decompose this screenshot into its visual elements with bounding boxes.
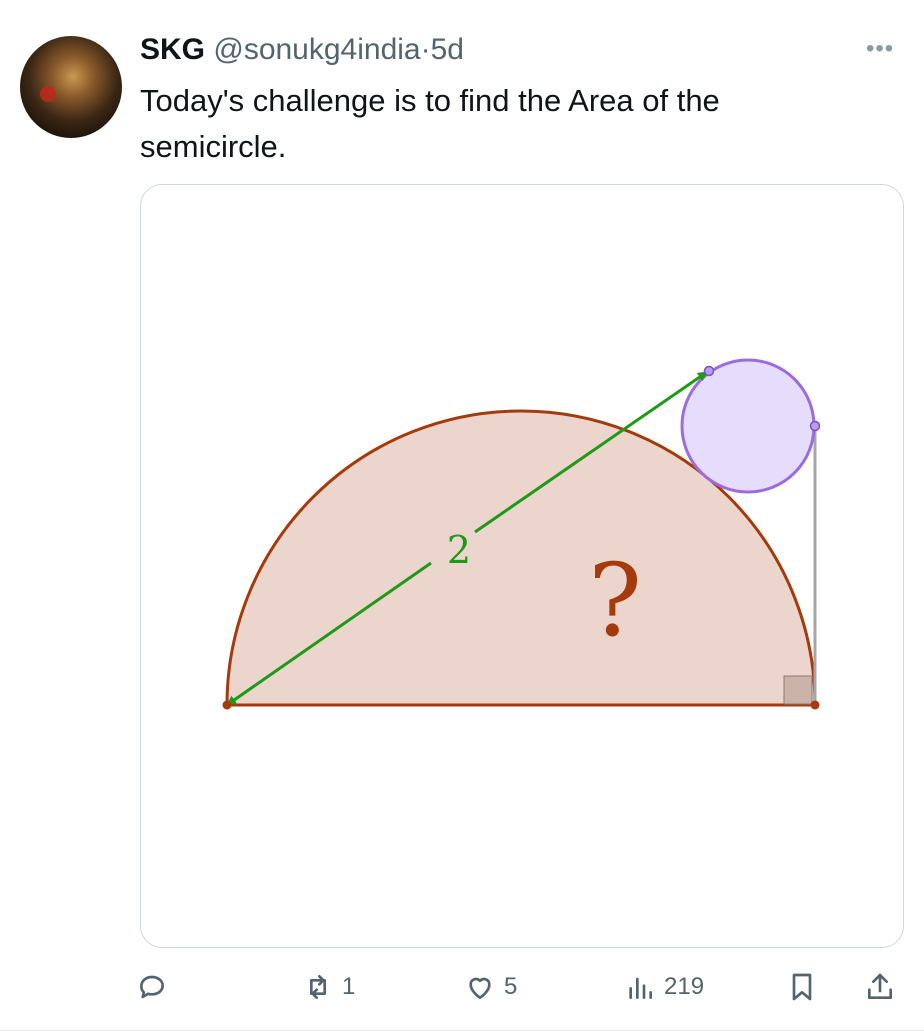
author-name[interactable]: SKG xyxy=(140,33,205,66)
point-semicircle-right xyxy=(810,700,820,710)
separator-dot: · xyxy=(420,33,431,66)
like-button[interactable]: 5 xyxy=(464,960,517,1014)
media-card[interactable]: 2 ? xyxy=(140,184,904,948)
bookmark-icon xyxy=(792,973,812,1001)
right-angle-marker xyxy=(783,675,813,705)
point-circle-right xyxy=(809,420,821,432)
avatar[interactable] xyxy=(20,36,122,138)
views-count: 219 xyxy=(664,973,705,1000)
geometry-figure: 2 ? xyxy=(222,358,821,710)
share-button[interactable] xyxy=(864,960,896,1014)
small-circle xyxy=(680,358,816,494)
point-circle-top xyxy=(703,365,715,377)
avatar-detail xyxy=(40,86,56,102)
heart-icon xyxy=(469,977,491,999)
reply-icon xyxy=(140,975,164,999)
repost-icon xyxy=(310,975,326,999)
tweet-text: Today's challenge is to find the Area of… xyxy=(140,83,720,164)
tweet-header: SKG @sonukg4india·5d xyxy=(140,30,464,70)
unknown-area-label: ? xyxy=(588,542,642,659)
reply-button[interactable] xyxy=(136,960,176,1014)
views-button[interactable]: 219 xyxy=(624,960,704,1014)
bookmark-button[interactable] xyxy=(786,960,818,1014)
post-time[interactable]: 5d xyxy=(431,33,464,66)
action-bar: 1 5 219 xyxy=(0,960,924,1014)
distance-label: 2 xyxy=(447,528,471,572)
author-handle[interactable]: @sonukg4india xyxy=(213,33,420,66)
repost-button[interactable]: 1 xyxy=(302,960,355,1014)
divider xyxy=(0,1030,924,1031)
point-semicircle-left xyxy=(222,700,232,710)
share-icon xyxy=(868,973,892,999)
more-icon[interactable]: ••• xyxy=(866,34,894,64)
views-icon xyxy=(629,977,652,999)
repost-count: 1 xyxy=(342,973,356,1000)
like-count: 5 xyxy=(504,973,518,1000)
